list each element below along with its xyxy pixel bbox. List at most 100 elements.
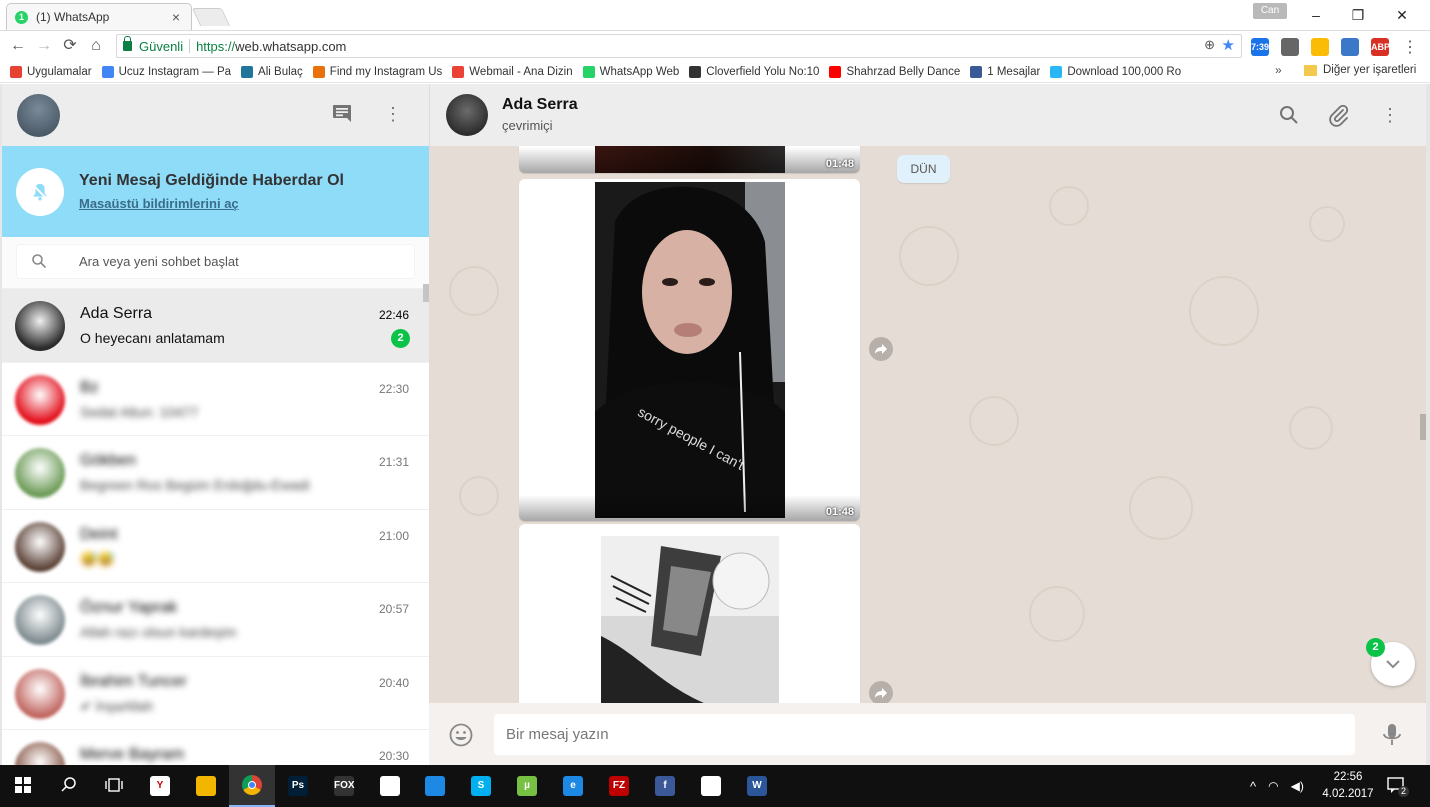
- microphone-icon[interactable]: [1380, 722, 1404, 748]
- url-text: https://web.whatsapp.com: [196, 39, 346, 54]
- action-center-icon[interactable]: 2: [1386, 775, 1409, 797]
- bookmark-label: WhatsApp Web: [599, 65, 680, 78]
- zoom-icon[interactable]: ⊕: [1204, 37, 1215, 53]
- browser-tab-whatsapp[interactable]: 1 (1) WhatsApp ×: [6, 3, 192, 30]
- my-avatar[interactable]: [17, 94, 60, 137]
- chat-list-item[interactable]: Deint 😅😅 21:00: [2, 509, 429, 583]
- taskbar-button[interactable]: FOX: [321, 765, 367, 807]
- forward-icon[interactable]: [869, 681, 893, 703]
- contact-name[interactable]: Ada Serra: [502, 96, 578, 114]
- taskbar-button[interactable]: µ: [504, 765, 550, 807]
- bookmark-label: Ucuz Instagram — Pa: [118, 65, 232, 78]
- chat-avatar[interactable]: [15, 595, 65, 645]
- bookmark-item[interactable]: Shahrzad Belly Dance: [829, 65, 960, 78]
- chat-list-item[interactable]: Gökben Begreen Ros Begüm Erdoğdu-Ewadi 21:…: [2, 436, 429, 510]
- taskbar-button[interactable]: [367, 765, 413, 807]
- home-button[interactable]: ⌂: [86, 36, 106, 56]
- chevron-down-icon[interactable]: [838, 185, 850, 197]
- other-bookmarks[interactable]: Diğer yer işaretleri: [1304, 64, 1416, 76]
- address-bar[interactable]: Güvenli https://web.whatsapp.com ⊕ ★: [116, 34, 1242, 58]
- network-icon[interactable]: ◠: [1268, 779, 1278, 793]
- sidebar-menu-icon[interactable]: ⋮: [382, 103, 404, 125]
- bookmark-item[interactable]: 1 Mesajlar: [970, 65, 1040, 78]
- reload-button[interactable]: ⟳: [60, 36, 80, 56]
- forward-icon[interactable]: [869, 337, 893, 361]
- bookmarks-more-icon[interactable]: »: [1275, 63, 1282, 77]
- bookmark-star-icon[interactable]: ★: [1222, 36, 1235, 54]
- chat-list-item[interactable]: Öznur Yaprak Allah razı olsun kardeşim 20:…: [2, 583, 429, 657]
- calendar-icon[interactable]: 7:39: [1251, 38, 1269, 56]
- chat-avatar[interactable]: [15, 742, 65, 765]
- browser-menu-icon[interactable]: ⋮: [1402, 37, 1418, 57]
- chat-avatar[interactable]: [15, 374, 65, 425]
- bookmark-item[interactable]: Download 100,000 Ro: [1050, 65, 1181, 78]
- chart-icon[interactable]: [1311, 38, 1329, 56]
- chat-sidebar: ⋮ Yeni Mesaj Geldiğinde Haberdar Ol Masa…: [2, 84, 429, 765]
- bookmark-item[interactable]: WhatsApp Web: [582, 65, 680, 78]
- tray-chevron-icon[interactable]: ^: [1250, 779, 1256, 794]
- secure-label: Güvenli: [139, 38, 184, 54]
- chat-avatar[interactable]: [15, 521, 65, 572]
- bookmark-item[interactable]: Find my Instagram Us: [312, 65, 442, 78]
- forward-button[interactable]: →: [34, 36, 54, 56]
- message-time: 01:48: [825, 158, 854, 170]
- bookmark-item[interactable]: Ali Bulaç: [241, 65, 303, 78]
- taskbar-button[interactable]: [688, 765, 734, 807]
- volume-icon[interactable]: ◀): [1291, 779, 1304, 793]
- emoji-icon[interactable]: [448, 722, 474, 748]
- chat-avatar[interactable]: [15, 301, 65, 351]
- tab-close-icon[interactable]: ×: [169, 9, 183, 25]
- attach-icon[interactable]: [1327, 103, 1351, 127]
- chevron-down-icon[interactable]: [838, 530, 850, 542]
- taskbar-button[interactable]: Ps: [275, 765, 321, 807]
- enable-notifications-link[interactable]: Masaüstü bildirimlerini aç: [79, 196, 239, 211]
- new-chat-icon[interactable]: [331, 103, 353, 125]
- taskbar-button[interactable]: [183, 765, 229, 807]
- chat-time: 22:46: [378, 308, 409, 322]
- chat-list-item[interactable]: Merve Bayram 20:30: [2, 730, 429, 765]
- restore-button[interactable]: ❐: [1347, 6, 1369, 24]
- image-message[interactable]: [519, 524, 860, 703]
- adblock-icon[interactable]: ABP: [1371, 38, 1390, 56]
- bookmark-item[interactable]: Uygulamalar: [10, 65, 92, 78]
- minimize-button[interactable]: –: [1305, 6, 1327, 24]
- taskbar-button[interactable]: [91, 765, 137, 807]
- messages-scrollbar[interactable]: [1420, 414, 1426, 440]
- search-input[interactable]: [79, 245, 399, 278]
- image-message[interactable]: 01:48: [519, 146, 860, 173]
- contact-avatar[interactable]: [446, 94, 488, 136]
- image-message[interactable]: sorry people I can't 01:48: [519, 179, 860, 521]
- taskbar-button[interactable]: f: [642, 765, 688, 807]
- bookmark-item[interactable]: Ucuz Instagram — Pa: [101, 65, 232, 78]
- bookmark-item[interactable]: Cloverfield Yolu No:10: [689, 65, 819, 78]
- bookmark-item[interactable]: Webmail - Ana Dizin: [452, 65, 573, 78]
- skype-icon: S: [471, 776, 491, 796]
- download-icon[interactable]: [1341, 38, 1359, 56]
- chat-avatar[interactable]: [15, 668, 65, 719]
- close-window-button[interactable]: ✕: [1391, 6, 1413, 24]
- chat-avatar[interactable]: [15, 448, 65, 498]
- taskbar-button[interactable]: [412, 765, 458, 807]
- chat-list-item[interactable]: Ada Serra O heyecanı anlatamam 22:46 2: [2, 289, 429, 363]
- conversation-menu-icon[interactable]: ⋮: [1378, 103, 1402, 127]
- profile-button[interactable]: Can: [1253, 3, 1287, 19]
- taskbar-button[interactable]: [46, 765, 92, 807]
- back-button[interactable]: ←: [8, 36, 28, 56]
- utorrent-icon: µ: [517, 776, 537, 796]
- new-tab-button[interactable]: [191, 8, 231, 26]
- taskbar-clock[interactable]: 22:56 4.02.2017: [1320, 769, 1376, 803]
- search-messages-icon[interactable]: [1277, 103, 1301, 127]
- taskbar-button[interactable]: S: [458, 765, 504, 807]
- taskbar-button[interactable]: Y: [137, 765, 183, 807]
- chat-list-item[interactable]: İbrahim Tuncer ✔ İnşaAllah 20:40: [2, 656, 429, 730]
- taskbar-button[interactable]: [0, 765, 46, 807]
- globe-icon[interactable]: [1281, 38, 1299, 56]
- taskbar-button[interactable]: W: [734, 765, 780, 807]
- notification-banner[interactable]: Yeni Mesaj Geldiğinde Haberdar Ol Masaüs…: [2, 146, 429, 237]
- taskbar-button[interactable]: [229, 765, 275, 807]
- url-scheme: https://: [196, 38, 236, 54]
- taskbar-button[interactable]: e: [550, 765, 596, 807]
- taskbar-button[interactable]: FZ: [596, 765, 642, 807]
- chat-list-item[interactable]: Bz Sedat Altun: 10477 22:30: [2, 362, 429, 436]
- message-input[interactable]: [494, 714, 1355, 755]
